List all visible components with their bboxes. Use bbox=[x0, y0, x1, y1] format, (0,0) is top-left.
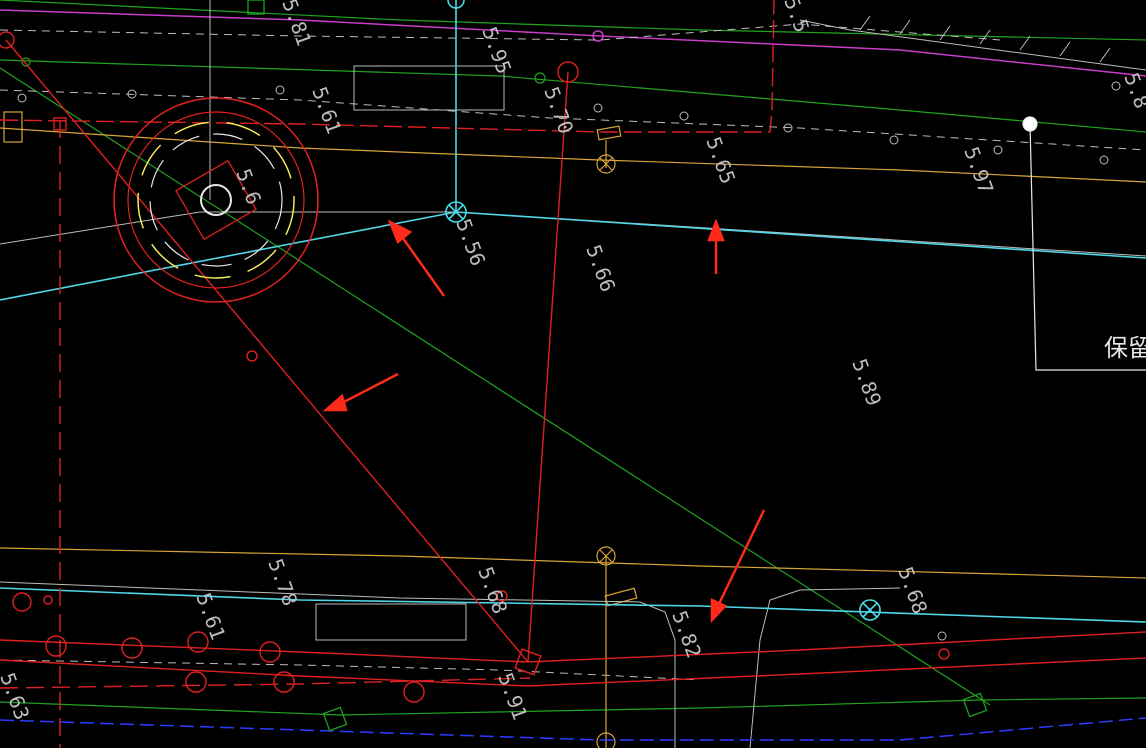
retain-existing-label: 保留现 bbox=[1104, 334, 1146, 362]
cad-drawing-canvas[interactable]: 5.95 5.61 5.70 5.65 5.97 5.56 5.66 5.89 … bbox=[0, 0, 1146, 748]
